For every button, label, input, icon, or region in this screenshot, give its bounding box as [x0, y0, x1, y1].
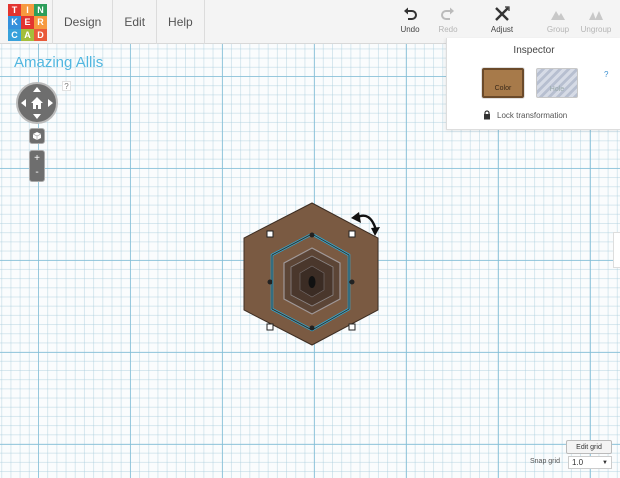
menu-design[interactable]: Design — [52, 0, 114, 44]
snap-grid-value: 1.0 — [572, 458, 584, 467]
orbit-left-icon[interactable] — [21, 99, 26, 107]
undo-icon — [404, 7, 417, 20]
orbit-right-icon[interactable] — [48, 99, 53, 107]
group-icon — [551, 11, 565, 20]
resize-handle-bottom[interactable] — [309, 325, 315, 331]
main-menu: Design Edit Help — [52, 0, 205, 44]
ungroup-icon — [589, 11, 603, 20]
view-cube-button[interactable] — [29, 128, 45, 144]
ungroup-button[interactable]: Ungroup — [574, 6, 618, 40]
home-view-icon[interactable] — [30, 96, 44, 110]
orbit-up-icon[interactable] — [33, 87, 41, 92]
nav-help-button[interactable]: ? — [62, 81, 71, 91]
zoom-in-button[interactable]: + — [34, 152, 40, 166]
logo-letter: A — [21, 28, 34, 41]
logo-letter: D — [34, 28, 47, 41]
undo-label: Undo — [400, 25, 420, 34]
cube-icon — [32, 132, 42, 140]
redo-label: Redo — [438, 25, 458, 34]
logo-letter: K — [8, 16, 21, 29]
snap-grid-select[interactable]: 1.0 ▼ — [568, 456, 612, 469]
adjust-label: Adjust — [490, 25, 514, 34]
tinkercad-logo[interactable]: T I N K E R C A D — [8, 4, 47, 41]
logo-letter: C — [8, 28, 21, 41]
lock-transformation-toggle[interactable]: Lock transformation — [483, 110, 567, 120]
edit-grid-button[interactable]: Edit grid — [566, 440, 612, 454]
zoom-control: + - — [29, 150, 45, 182]
hole-swatch-label: Hole — [549, 86, 565, 93]
center-peg — [308, 276, 316, 288]
logo-letter: R — [34, 16, 47, 29]
logo-letter: I — [21, 4, 34, 17]
redo-icon — [441, 7, 454, 20]
design-title[interactable]: Amazing Allis — [14, 54, 103, 71]
snap-grid-label: Snap grid — [530, 458, 560, 465]
resize-handle-left[interactable] — [267, 279, 273, 285]
resize-handle-right[interactable] — [349, 279, 355, 285]
resize-handle-bottom-left[interactable] — [266, 323, 274, 331]
zoom-out-button[interactable]: - — [35, 166, 38, 180]
resize-handle-top[interactable] — [309, 232, 315, 238]
adjust-button[interactable]: Adjust — [480, 6, 524, 40]
logo-letter: T — [8, 4, 21, 17]
adjust-icon — [495, 6, 510, 21]
color-swatch-label: Color — [494, 85, 512, 92]
orbit-down-icon[interactable] — [33, 114, 41, 119]
lock-transformation-label: Lock transformation — [497, 110, 568, 120]
resize-handle-top-right[interactable] — [348, 230, 356, 238]
color-swatch[interactable]: Color — [482, 68, 524, 98]
resize-handle-top-left[interactable] — [266, 230, 274, 238]
hole-swatch[interactable]: Hole — [536, 68, 578, 98]
logo-letter: E — [21, 16, 34, 29]
side-scroll-handle[interactable] — [613, 232, 620, 268]
ungroup-label: Ungroup — [580, 25, 612, 34]
menu-help[interactable]: Help — [157, 0, 205, 44]
group-label: Group — [546, 25, 570, 34]
redo-button[interactable]: Redo — [426, 6, 470, 40]
lock-icon — [484, 110, 490, 120]
logo-letter: N — [34, 4, 47, 17]
inspector-help-button[interactable]: ? — [604, 70, 608, 79]
inspector-panel: Inspector Color Hole ? Lock transformati… — [446, 38, 620, 130]
selected-hexagon-shape[interactable] — [234, 198, 390, 346]
inspector-title: Inspector — [513, 45, 555, 56]
dropdown-arrow-icon: ▼ — [602, 459, 608, 466]
menu-edit[interactable]: Edit — [113, 0, 158, 44]
resize-handle-bottom-right[interactable] — [348, 323, 356, 331]
rotate-arrow-head-left — [351, 212, 361, 223]
orbit-control[interactable] — [16, 82, 58, 124]
